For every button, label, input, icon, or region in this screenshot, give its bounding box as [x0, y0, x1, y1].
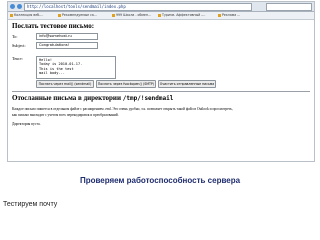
bookmark-item[interactable]: Реклама ...	[218, 12, 240, 19]
directory-status: Директория пуста.	[12, 122, 41, 126]
compose-title: Послать тестовое письмо:	[12, 22, 95, 30]
bookmark-item[interactable]: 999 Школа - обмен...	[112, 12, 151, 19]
slide-headline: Проверяем работоспособность сервера	[79, 176, 241, 185]
sent-description: Каждое письмо пишется в отдельном файле …	[12, 107, 233, 117]
message-body-textarea[interactable]: Hello! Today is 2010-01-17. This is the …	[36, 56, 116, 79]
bookmark-icon	[10, 13, 13, 17]
forward-icon[interactable]	[17, 4, 22, 9]
browser-screenshot: http://localhost/tools/sendmail/index.ph…	[7, 1, 315, 162]
bookmark-item[interactable]: Туризм- Аффективный -...	[158, 12, 205, 19]
bookmark-icon	[112, 13, 115, 17]
sent-title: Отосланные письма в директории /tmp/!sen…	[12, 94, 174, 102]
divider	[12, 91, 310, 92]
bookmark-item[interactable]: Рекомендуемые са...	[58, 12, 97, 19]
bookmark-item[interactable]: Коллекция веб-...	[10, 12, 43, 19]
search-box[interactable]	[266, 3, 312, 11]
browser-toolbar: http://localhost/tools/sendmail/index.ph…	[8, 2, 314, 12]
to-input[interactable]: info@somehost.ru	[36, 33, 98, 40]
slide-caption: Тестируем почту	[3, 201, 58, 208]
bookmark-icon	[158, 13, 161, 17]
to-label: To:	[12, 34, 18, 39]
back-icon[interactable]	[10, 4, 15, 9]
send-smtp-button[interactable]: Послать через fsockopen() (SMTP)	[96, 80, 156, 88]
address-bar[interactable]: http://localhost/tools/sendmail/index.ph…	[24, 3, 252, 11]
bookmark-icon	[218, 13, 221, 17]
text-label: Текст:	[12, 56, 24, 61]
bookmark-icon	[58, 13, 61, 17]
send-mail-button[interactable]: Послать через mail() (sendmail)	[36, 80, 94, 88]
clear-sent-button[interactable]: Очистить отправленные письма	[158, 80, 216, 88]
sent-path: /tmp/!sendmail	[122, 95, 174, 102]
bookmarks-bar: Коллекция веб-... Рекомендуемые са... 99…	[8, 12, 314, 20]
subject-label: Subject:	[12, 43, 26, 48]
subject-input[interactable]: Congratulations!	[36, 42, 98, 49]
